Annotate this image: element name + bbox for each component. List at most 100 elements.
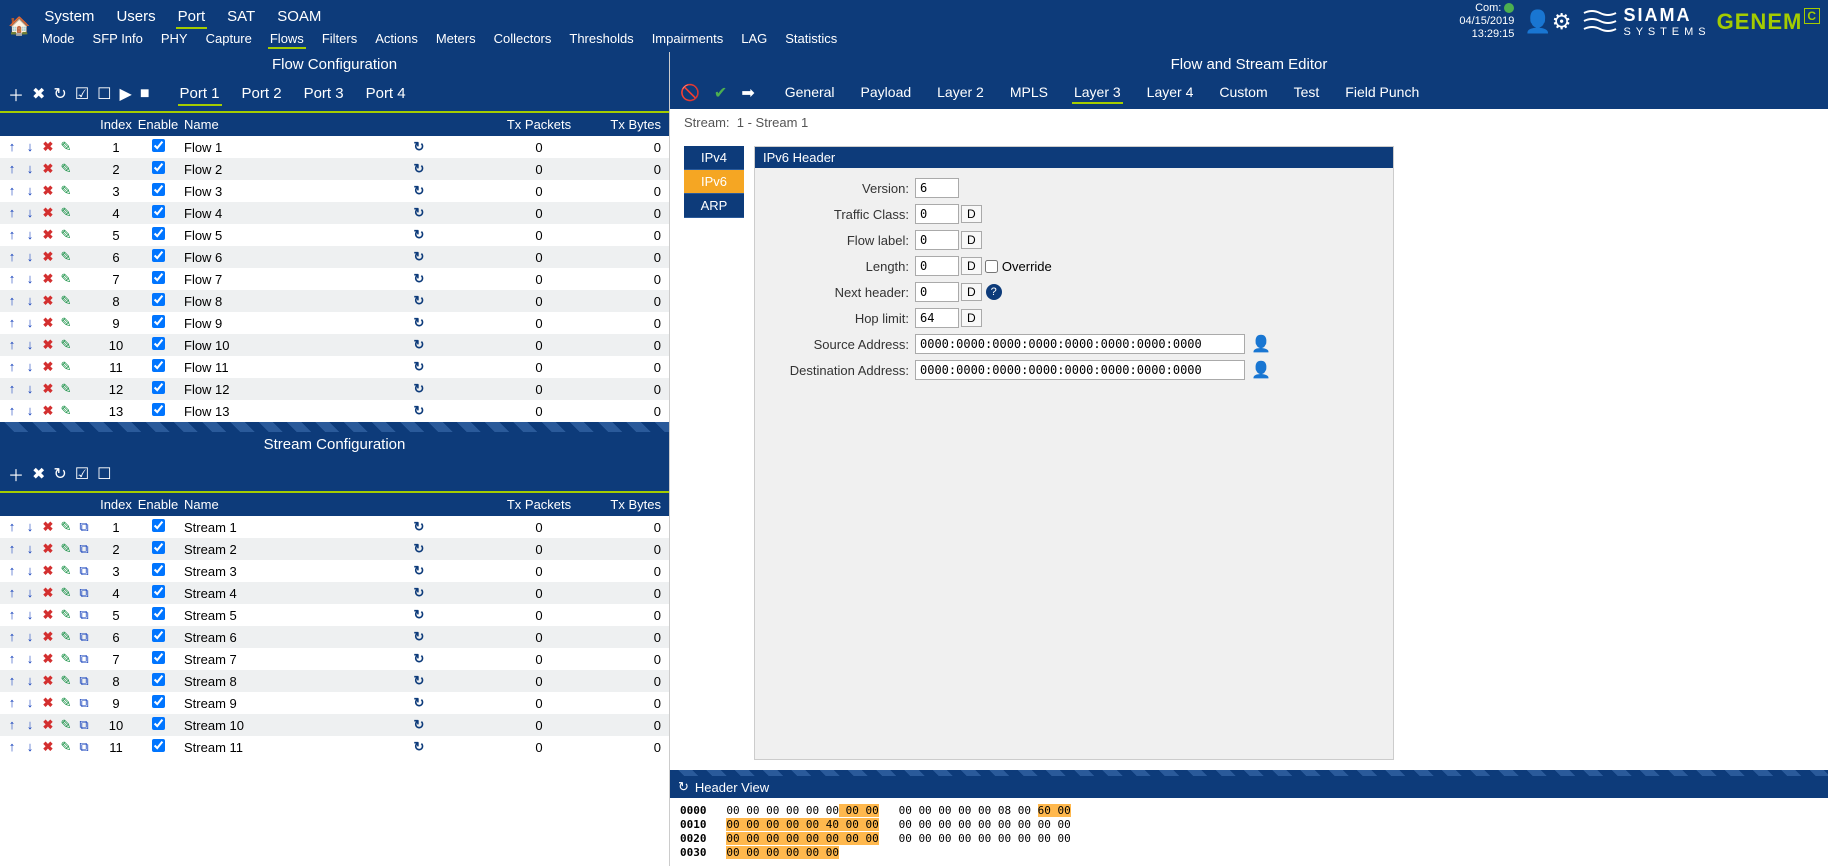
- enable-checkbox[interactable]: [152, 739, 165, 752]
- user-icon[interactable]: 👤: [1251, 334, 1271, 354]
- edit-icon[interactable]: ✎: [58, 139, 74, 155]
- delete-icon[interactable]: ✖: [40, 271, 56, 287]
- edit-icon[interactable]: ✎: [58, 695, 74, 711]
- nav-sub-flows[interactable]: Flows: [268, 30, 306, 49]
- move-down-icon[interactable]: ↓: [22, 629, 38, 645]
- duplicate-icon[interactable]: ⧉: [76, 607, 92, 623]
- version-input[interactable]: [915, 178, 959, 198]
- move-up-icon[interactable]: ↑: [4, 227, 20, 243]
- user-settings-icon[interactable]: 👤⚙: [1524, 9, 1571, 35]
- delete-icon[interactable]: ✖: [40, 337, 56, 353]
- edit-icon[interactable]: ✎: [58, 607, 74, 623]
- dst-addr-input[interactable]: [915, 360, 1245, 380]
- duplicate-icon[interactable]: ⧉: [76, 673, 92, 689]
- delete-icon[interactable]: ✖: [40, 739, 56, 755]
- move-up-icon[interactable]: ↑: [4, 359, 20, 375]
- length-input[interactable]: [915, 256, 959, 276]
- delete-icon[interactable]: ✖: [40, 183, 56, 199]
- editor-tab-test[interactable]: Test: [1292, 82, 1322, 104]
- editor-tab-custom[interactable]: Custom: [1217, 82, 1269, 104]
- delete-icon[interactable]: ✖: [32, 84, 45, 104]
- delete-icon[interactable]: ✖: [40, 381, 56, 397]
- edit-icon[interactable]: ✎: [58, 293, 74, 309]
- move-down-icon[interactable]: ↓: [22, 673, 38, 689]
- editor-tab-field-punch[interactable]: Field Punch: [1343, 82, 1421, 104]
- flow-label-input[interactable]: [915, 230, 959, 250]
- move-up-icon[interactable]: ↑: [4, 717, 20, 733]
- enable-checkbox[interactable]: [152, 403, 165, 416]
- nav-sub-actions[interactable]: Actions: [373, 30, 420, 49]
- move-down-icon[interactable]: ↓: [22, 585, 38, 601]
- table-row[interactable]: ↑↓✖✎5Flow 5↻00: [0, 224, 669, 246]
- move-up-icon[interactable]: ↑: [4, 673, 20, 689]
- edit-icon[interactable]: ✎: [58, 249, 74, 265]
- default-button[interactable]: D: [961, 257, 982, 275]
- enable-checkbox[interactable]: [152, 249, 165, 262]
- move-down-icon[interactable]: ↓: [22, 739, 38, 755]
- edit-icon[interactable]: ✎: [58, 519, 74, 535]
- table-row[interactable]: ↑↓✖✎12Flow 12↻00: [0, 378, 669, 400]
- delete-icon[interactable]: ✖: [40, 585, 56, 601]
- delete-icon[interactable]: ✖: [40, 161, 56, 177]
- move-down-icon[interactable]: ↓: [22, 519, 38, 535]
- editor-tab-payload[interactable]: Payload: [859, 82, 914, 104]
- port-tab-3[interactable]: Port 3: [302, 83, 346, 106]
- move-down-icon[interactable]: ↓: [22, 381, 38, 397]
- delete-icon[interactable]: ✖: [32, 464, 45, 484]
- move-down-icon[interactable]: ↓: [22, 293, 38, 309]
- enable-checkbox[interactable]: [152, 337, 165, 350]
- editor-tab-mpls[interactable]: MPLS: [1008, 82, 1050, 104]
- nav-sub-capture[interactable]: Capture: [204, 30, 254, 49]
- next-header-input[interactable]: [915, 282, 959, 302]
- home-icon[interactable]: 🏠: [8, 16, 30, 37]
- refresh-icon[interactable]: ↻: [678, 779, 689, 795]
- check-all-icon[interactable]: ☑: [75, 464, 89, 484]
- edit-icon[interactable]: ✎: [58, 381, 74, 397]
- apply-icon[interactable]: ✔: [714, 83, 727, 103]
- delete-icon[interactable]: ✖: [40, 563, 56, 579]
- table-row[interactable]: ↑↓✖✎4Flow 4↻00: [0, 202, 669, 224]
- table-row[interactable]: ↑↓✖✎⧉7Stream 7↻00: [0, 648, 669, 670]
- table-row[interactable]: ↑↓✖✎2Flow 2↻00: [0, 158, 669, 180]
- move-up-icon[interactable]: ↑: [4, 161, 20, 177]
- delete-icon[interactable]: ✖: [40, 717, 56, 733]
- enable-checkbox[interactable]: [152, 227, 165, 240]
- move-down-icon[interactable]: ↓: [22, 359, 38, 375]
- move-down-icon[interactable]: ↓: [22, 249, 38, 265]
- duplicate-icon[interactable]: ⧉: [76, 651, 92, 667]
- move-down-icon[interactable]: ↓: [22, 227, 38, 243]
- default-button[interactable]: D: [961, 309, 982, 327]
- move-down-icon[interactable]: ↓: [22, 695, 38, 711]
- duplicate-icon[interactable]: ⧉: [76, 563, 92, 579]
- delete-icon[interactable]: ✖: [40, 249, 56, 265]
- nav-sub-mode[interactable]: Mode: [40, 30, 77, 49]
- move-up-icon[interactable]: ↑: [4, 139, 20, 155]
- table-row[interactable]: ↑↓✖✎⧉9Stream 9↻00: [0, 692, 669, 714]
- enable-checkbox[interactable]: [152, 673, 165, 686]
- move-up-icon[interactable]: ↑: [4, 651, 20, 667]
- duplicate-icon[interactable]: ⧉: [76, 695, 92, 711]
- delete-icon[interactable]: ✖: [40, 205, 56, 221]
- duplicate-icon[interactable]: ⧉: [76, 717, 92, 733]
- duplicate-icon[interactable]: ⧉: [76, 541, 92, 557]
- move-up-icon[interactable]: ↑: [4, 315, 20, 331]
- move-up-icon[interactable]: ↑: [4, 293, 20, 309]
- enable-checkbox[interactable]: [152, 381, 165, 394]
- edit-icon[interactable]: ✎: [58, 315, 74, 331]
- move-down-icon[interactable]: ↓: [22, 271, 38, 287]
- enable-checkbox[interactable]: [152, 161, 165, 174]
- move-down-icon[interactable]: ↓: [22, 717, 38, 733]
- move-down-icon[interactable]: ↓: [22, 563, 38, 579]
- delete-icon[interactable]: ✖: [40, 315, 56, 331]
- table-row[interactable]: ↑↓✖✎⧉5Stream 5↻00: [0, 604, 669, 626]
- nav-main-sat[interactable]: SAT: [225, 6, 257, 27]
- enable-checkbox[interactable]: [152, 695, 165, 708]
- enable-checkbox[interactable]: [152, 139, 165, 152]
- uncheck-all-icon[interactable]: ☐: [97, 84, 111, 104]
- nav-main-system[interactable]: System: [42, 6, 96, 27]
- enable-checkbox[interactable]: [152, 271, 165, 284]
- edit-icon[interactable]: ✎: [58, 161, 74, 177]
- move-down-icon[interactable]: ↓: [22, 403, 38, 419]
- nav-sub-collectors[interactable]: Collectors: [492, 30, 554, 49]
- nav-sub-lag[interactable]: LAG: [739, 30, 769, 49]
